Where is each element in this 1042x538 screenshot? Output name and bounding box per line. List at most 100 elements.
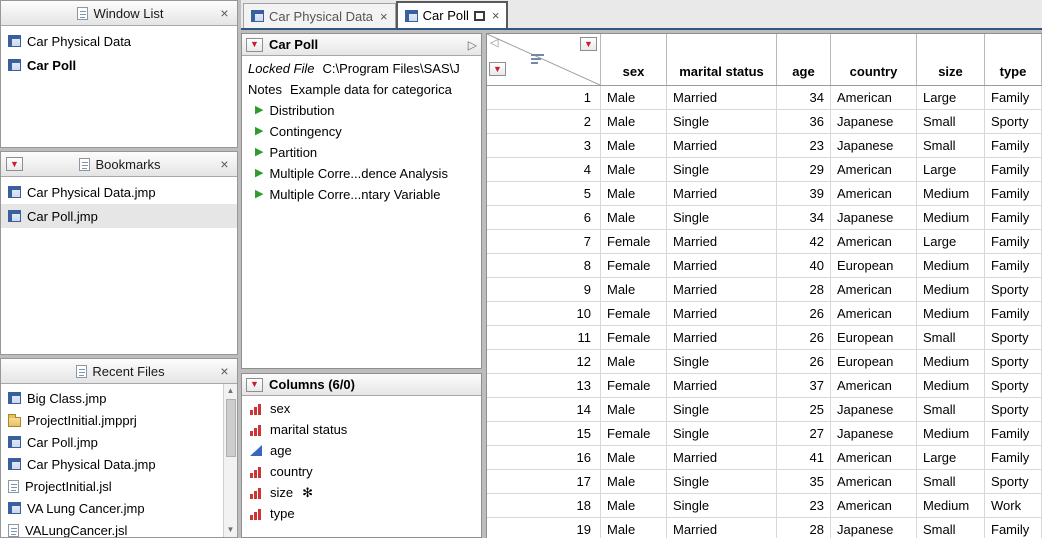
cell-marital-status[interactable]: Single: [667, 470, 777, 493]
cell-type[interactable]: Family: [985, 518, 1042, 538]
cell-size[interactable]: Small: [917, 470, 985, 493]
cell-marital-status[interactable]: Single: [667, 110, 777, 133]
close-icon[interactable]: ×: [492, 8, 500, 23]
cell-sex[interactable]: Female: [601, 374, 667, 397]
script-item[interactable]: ▶ Multiple Corre...dence Analysis: [242, 163, 481, 184]
cell-type[interactable]: Work: [985, 494, 1042, 517]
row-number[interactable]: 9: [487, 278, 601, 301]
recent-file-item[interactable]: Car Physical Data.jmp: [1, 453, 223, 475]
scroll-up-icon[interactable]: ▲: [227, 384, 235, 398]
locked-file-row[interactable]: Locked FileC:\Program Files\SAS\J: [242, 58, 481, 79]
cell-sex[interactable]: Male: [601, 206, 667, 229]
cell-sex[interactable]: Male: [601, 182, 667, 205]
recent-file-item[interactable]: Big Class.jmp: [1, 387, 223, 409]
cell-country[interactable]: European: [831, 350, 917, 373]
row-number[interactable]: 3: [487, 134, 601, 157]
cell-sex[interactable]: Male: [601, 158, 667, 181]
cell-marital-status[interactable]: Married: [667, 254, 777, 277]
cell-sex[interactable]: Female: [601, 254, 667, 277]
row-number[interactable]: 6: [487, 206, 601, 229]
row-number[interactable]: 2: [487, 110, 601, 133]
cell-type[interactable]: Family: [985, 446, 1042, 469]
cell-size[interactable]: Medium: [917, 278, 985, 301]
row-number[interactable]: 12: [487, 350, 601, 373]
column-item[interactable]: type: [242, 503, 481, 524]
cell-size[interactable]: Large: [917, 230, 985, 253]
cell-marital-status[interactable]: Married: [667, 518, 777, 538]
row-number[interactable]: 15: [487, 422, 601, 445]
row-number[interactable]: 8: [487, 254, 601, 277]
bookmark-item[interactable]: Car Physical Data.jmp: [1, 180, 237, 204]
cell-sex[interactable]: Female: [601, 422, 667, 445]
rows-menu-red-triangle[interactable]: ▼: [489, 62, 506, 76]
cell-size[interactable]: Small: [917, 326, 985, 349]
columns-menu-red-triangle[interactable]: ▼: [580, 37, 597, 51]
cell-type[interactable]: Family: [985, 302, 1042, 325]
green-triangle-run-icon[interactable]: ▶: [255, 189, 263, 200]
notes-row[interactable]: NotesExample data for categorica: [242, 79, 481, 100]
cell-age[interactable]: 39: [777, 182, 831, 205]
cell-size[interactable]: Medium: [917, 302, 985, 325]
cell-age[interactable]: 23: [777, 494, 831, 517]
cell-marital-status[interactable]: Married: [667, 302, 777, 325]
cell-age[interactable]: 42: [777, 230, 831, 253]
cell-age[interactable]: 41: [777, 446, 831, 469]
cell-country[interactable]: American: [831, 374, 917, 397]
cell-marital-status[interactable]: Married: [667, 86, 777, 109]
cell-sex[interactable]: Male: [601, 278, 667, 301]
cell-sex[interactable]: Male: [601, 470, 667, 493]
cell-size[interactable]: Medium: [917, 182, 985, 205]
cell-age[interactable]: 23: [777, 134, 831, 157]
cell-country[interactable]: Japanese: [831, 134, 917, 157]
cell-type[interactable]: Family: [985, 230, 1042, 253]
column-header-sex[interactable]: sex: [601, 34, 667, 85]
cell-type[interactable]: Sporty: [985, 278, 1042, 301]
bookmark-item[interactable]: Car Poll.jmp: [1, 204, 237, 228]
column-header-country[interactable]: country: [831, 34, 917, 85]
cell-sex[interactable]: Male: [601, 350, 667, 373]
cell-country[interactable]: American: [831, 470, 917, 493]
column-item[interactable]: sex: [242, 398, 481, 419]
cell-size[interactable]: Medium: [917, 350, 985, 373]
close-icon[interactable]: ×: [217, 363, 232, 379]
cell-type[interactable]: Family: [985, 254, 1042, 277]
row-number[interactable]: 5: [487, 182, 601, 205]
cell-sex[interactable]: Male: [601, 110, 667, 133]
row-number[interactable]: 14: [487, 398, 601, 421]
script-item[interactable]: ▶ Contingency: [242, 121, 481, 142]
window-list-item[interactable]: Car Poll: [1, 53, 237, 77]
green-triangle-run-icon[interactable]: ▶: [255, 147, 263, 158]
grid-corner-cell[interactable]: ◁ ▼ ▼: [487, 34, 601, 85]
cell-marital-status[interactable]: Married: [667, 326, 777, 349]
cell-age[interactable]: 26: [777, 326, 831, 349]
cell-age[interactable]: 27: [777, 422, 831, 445]
cell-type[interactable]: Sporty: [985, 398, 1042, 421]
row-number[interactable]: 19: [487, 518, 601, 538]
cell-marital-status[interactable]: Married: [667, 374, 777, 397]
close-icon[interactable]: ×: [217, 156, 232, 172]
column-header-size[interactable]: size: [917, 34, 985, 85]
cell-type[interactable]: Family: [985, 182, 1042, 205]
close-icon[interactable]: ×: [217, 5, 232, 21]
cell-country[interactable]: Japanese: [831, 110, 917, 133]
cell-age[interactable]: 28: [777, 518, 831, 538]
cell-type[interactable]: Family: [985, 134, 1042, 157]
cell-sex[interactable]: Male: [601, 494, 667, 517]
cell-marital-status[interactable]: Married: [667, 134, 777, 157]
cell-country[interactable]: American: [831, 182, 917, 205]
window-list-item[interactable]: Car Physical Data: [1, 29, 237, 53]
cell-marital-status[interactable]: Single: [667, 494, 777, 517]
cell-type[interactable]: Family: [985, 158, 1042, 181]
column-header-age[interactable]: age: [777, 34, 831, 85]
cell-type[interactable]: Family: [985, 206, 1042, 229]
cell-marital-status[interactable]: Single: [667, 350, 777, 373]
green-triangle-run-icon[interactable]: ▶: [255, 126, 263, 137]
cell-size[interactable]: Small: [917, 110, 985, 133]
cell-country[interactable]: Japanese: [831, 398, 917, 421]
row-number[interactable]: 10: [487, 302, 601, 325]
cell-marital-status[interactable]: Married: [667, 446, 777, 469]
cell-size[interactable]: Large: [917, 446, 985, 469]
green-triangle-run-icon[interactable]: ▶: [255, 105, 263, 116]
cell-age[interactable]: 34: [777, 86, 831, 109]
cell-country[interactable]: American: [831, 86, 917, 109]
